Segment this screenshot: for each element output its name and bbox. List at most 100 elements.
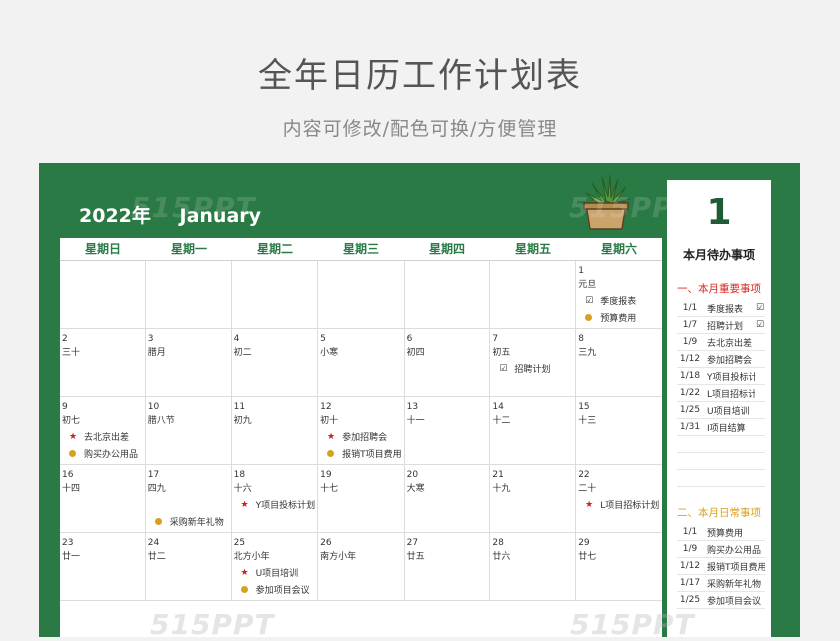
day-number: 12	[320, 402, 332, 412]
item-date: 1/1	[682, 303, 698, 313]
day-cell[interactable]: 4 初二	[231, 329, 319, 397]
daily-item[interactable]: 1/25 参加项目会议	[677, 592, 765, 609]
item-date: 1/25	[679, 405, 701, 415]
important-item[interactable]: 1/31 I项目结算	[677, 419, 765, 436]
day-cell[interactable]: 14 十二	[490, 397, 577, 465]
day-cell[interactable]: 2 三十	[60, 329, 146, 397]
lunar-date: 元旦	[578, 280, 597, 290]
item-date: 1/7	[682, 320, 698, 330]
important-item[interactable]: 1/1 季度报表 ☑	[677, 300, 765, 317]
day-cell[interactable]: 1 元旦 ☑ 季度报表 预算费用	[576, 261, 662, 329]
day-cell[interactable]: 26 南方小年	[318, 533, 405, 601]
day-cell[interactable]: 7 初五 ☑ 招聘计划	[490, 329, 577, 397]
day-number	[320, 264, 402, 278]
calendar-event[interactable]: 报销T项目费用	[320, 445, 402, 462]
checkbox-icon[interactable]: ☑	[755, 303, 765, 313]
item-text: 去北京出差	[707, 338, 753, 349]
lunar-date: 初五	[492, 348, 511, 358]
daily-item[interactable]: 1/17 采购新年礼物	[677, 575, 765, 592]
day-cell[interactable]: 18 十六 ★ Y项目投标计划	[231, 465, 319, 533]
day-cell[interactable]: 20 大寒	[404, 465, 491, 533]
day-number: 24	[147, 538, 160, 548]
day-cell[interactable]	[404, 261, 491, 329]
calendar-event[interactable]: 采购新年礼物	[148, 513, 229, 530]
daily-item[interactable]: 1/12 报销T项目费用	[677, 558, 765, 575]
calendar-event[interactable]: ★ Y项目投标计划	[234, 496, 316, 513]
important-item[interactable]: 1/7 招聘计划 ☑	[677, 317, 765, 334]
daily-item[interactable]: 1/9 购买办公用品	[677, 541, 765, 558]
calendar-grid: 星期日 星期一 星期二 星期三 星期四 星期五 星期六 1 元旦 ☑ 季度报表 预算费用…	[60, 238, 662, 637]
lunar-date: 十七	[320, 484, 339, 494]
day-cell[interactable]: 5 小寒	[318, 329, 405, 397]
day-cell[interactable]: 25 北方小年 ★ U项目培训 参加项目会议	[231, 533, 319, 601]
lunar-date	[407, 278, 488, 292]
day-number: 27	[406, 538, 419, 548]
calendar-event[interactable]: ★ 参加招聘会	[320, 428, 402, 445]
day-cell[interactable]	[318, 261, 405, 329]
day-cell[interactable]	[145, 261, 232, 329]
daily-section-title: 二、本月日常事项	[677, 507, 761, 519]
item-date: 1/25	[679, 595, 701, 605]
calendar-event[interactable]: ★ U项目培训	[234, 564, 316, 581]
daily-item[interactable]: 1/1 预算费用	[677, 524, 765, 541]
day-cell[interactable]: 8 三九	[576, 329, 662, 397]
day-number: 2	[62, 334, 68, 344]
day-cell[interactable]: 9 初七 ★ 去北京出差 购买办公用品	[60, 397, 146, 465]
day-cell[interactable]: 16 十四	[60, 465, 146, 533]
day-cell[interactable]: 19 十七	[318, 465, 405, 533]
day-number: 29	[578, 538, 590, 548]
day-cell[interactable]: 23 廿一	[60, 533, 146, 601]
important-item[interactable]: 1/22 L项目招标计划	[677, 385, 765, 402]
lunar-date: 廿七	[578, 552, 597, 562]
day-cell[interactable]: 29 廿七	[576, 533, 662, 601]
day-cell[interactable]: 24 廿二	[145, 533, 232, 601]
calendar-event[interactable]: ★ L项目招标计划	[578, 496, 660, 513]
day-cell[interactable]: 22 二十 ★ L项目招标计划	[576, 465, 662, 533]
checkbox-icon[interactable]: ☑	[755, 320, 765, 330]
todo-sidebar: 1 本月待办事项 一、本月重要事项 1/1 季度报表 ☑ 1/7 招聘计划 ☑ 1/9 去北京…	[667, 180, 771, 637]
day-cell[interactable]: 6 初四	[404, 329, 491, 397]
lunar-date: 十一	[406, 416, 425, 426]
calendar-event[interactable]: 参加项目会议	[234, 581, 316, 598]
day-cell[interactable]: 17 四九 采购新年礼物	[145, 465, 232, 533]
todo-title: 本月待办事项	[682, 248, 755, 262]
lunar-date: 南方小年	[320, 552, 357, 562]
day-cell[interactable]: 12 初十 ★ 参加招聘会 报销T项目费用	[318, 397, 405, 465]
day-number: 22	[578, 470, 590, 480]
day-number: 19	[320, 470, 332, 480]
day-cell[interactable]: 15 十三	[576, 397, 662, 465]
day-cell[interactable]: 28 廿六	[490, 533, 577, 601]
blank-row	[677, 436, 765, 453]
important-item[interactable]: 1/12 参加招聘会	[677, 351, 765, 368]
item-date: 1/12	[679, 561, 701, 571]
calendar-event[interactable]: ☑ 季度报表	[578, 292, 660, 309]
watermark: 515PPT	[150, 608, 275, 641]
calendar-event[interactable]: 预算费用	[578, 309, 660, 326]
lunar-date: 北方小年	[233, 552, 270, 562]
important-item[interactable]: 1/25 U项目培训	[677, 402, 765, 419]
day-cell[interactable]: 27 廿五	[404, 533, 491, 601]
day-cell[interactable]: 10 腊八节	[145, 397, 232, 465]
day-cell[interactable]: 13 十一	[404, 397, 491, 465]
day-cell[interactable]: 3 腊月	[145, 329, 232, 397]
dot-icon	[240, 586, 248, 593]
calendar-event[interactable]: ☑ 招聘计划	[492, 360, 573, 377]
weekday-wed: 星期三	[342, 242, 379, 256]
day-cell[interactable]	[60, 261, 146, 329]
item-date: 1/31	[679, 422, 701, 432]
important-item[interactable]: 1/18 Y项目投标计划	[677, 368, 765, 385]
day-number: 11	[233, 402, 246, 412]
day-cell[interactable]	[490, 261, 577, 329]
day-cell[interactable]	[231, 261, 319, 329]
dot-icon	[69, 450, 76, 457]
calendar-event[interactable]	[148, 496, 229, 513]
event-text: 报销T项目费用	[342, 450, 402, 460]
day-cell[interactable]: 11 初九	[231, 397, 319, 465]
lunar-date: 初四	[406, 348, 425, 358]
day-cell[interactable]: 21 十九	[490, 465, 577, 533]
calendar-event[interactable]: ★ 去北京出差	[62, 428, 143, 445]
calendar-event[interactable]: 购买办公用品	[62, 445, 143, 462]
important-item[interactable]: 1/9 去北京出差	[677, 334, 765, 351]
daily-list: 1/1 预算费用 1/9 购买办公用品 1/12 报销T项目费用 1/17 采购新年礼物 1/2…	[667, 524, 771, 609]
lunar-date: 十三	[578, 416, 597, 426]
